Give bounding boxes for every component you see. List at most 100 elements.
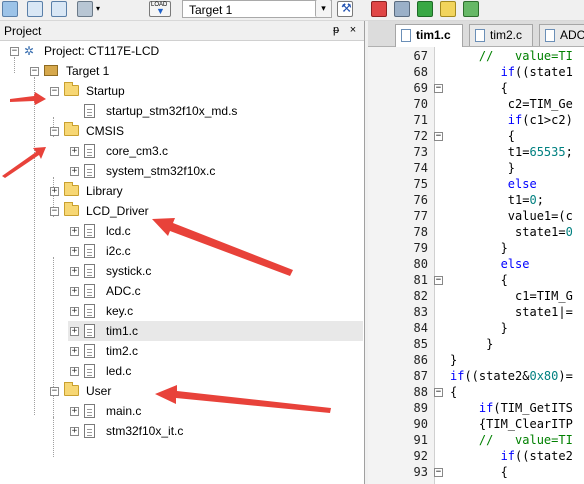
code-line: else	[507, 177, 537, 191]
build-icon[interactable]	[2, 1, 18, 17]
tree-file[interactable]: + system_stm32f10x.c	[68, 161, 268, 181]
tree-file[interactable]: + tim2.c	[68, 341, 268, 361]
tree-group-lcd-driver[interactable]: − LCD_Driver	[48, 201, 248, 221]
expand-icon[interactable]: +	[70, 367, 79, 376]
file-icon	[84, 304, 95, 318]
target-select-dropdown[interactable]: ▾	[315, 0, 331, 17]
load-icon[interactable]: LOAD ▼	[149, 1, 171, 17]
config-icon[interactable]	[440, 1, 456, 17]
code-area[interactable]: // value=TI if((state1 { c2=TIM_Ge if(c1…	[450, 47, 584, 484]
collapse-icon[interactable]: −	[10, 47, 19, 56]
target-icon	[44, 65, 58, 76]
code-line: }	[450, 353, 458, 367]
fold-toggle-icon[interactable]: −	[434, 84, 443, 93]
target-select[interactable]: Target 1	[182, 0, 332, 18]
expand-icon[interactable]: +	[70, 427, 79, 436]
collapse-icon[interactable]: −	[50, 207, 59, 216]
green-arrows-icon[interactable]	[417, 1, 433, 17]
file-label: lcd.c	[106, 224, 131, 238]
batch-build-icon[interactable]	[51, 1, 67, 17]
code-line: {	[450, 465, 508, 479]
file-label: systick.c	[106, 264, 152, 278]
file-icon	[84, 144, 95, 158]
close-panel-icon[interactable]: ×	[347, 24, 359, 36]
project-panel: Project ᵽ × − ✲ Project: CT117E-LCD − Ta…	[0, 21, 365, 484]
code-line: }	[450, 321, 508, 335]
line-number: 81	[413, 273, 428, 287]
code-line: }	[450, 161, 516, 175]
expand-icon[interactable]: +	[70, 227, 79, 236]
target-select-value: Target 1	[189, 3, 233, 17]
tree-file[interactable]: + core_cm3.c	[68, 141, 268, 161]
tree-group-cmsis[interactable]: − CMSIS	[48, 121, 248, 141]
tab-adc[interactable]: ADC	[539, 24, 584, 46]
file-label: startup_stm32f10x_md.s	[106, 104, 238, 118]
tab-tim1[interactable]: tim1.c	[395, 24, 463, 47]
fold-toggle-icon[interactable]: −	[434, 276, 443, 285]
layers-icon[interactable]	[77, 1, 93, 17]
expand-icon[interactable]: +	[70, 327, 79, 336]
dropdown-arrow-icon[interactable]: ▾	[96, 1, 104, 17]
expand-icon[interactable]: +	[70, 347, 79, 356]
line-number: 76	[413, 193, 428, 207]
expand-icon[interactable]: +	[70, 307, 79, 316]
tab-label: tim2.c	[490, 28, 523, 42]
collapse-icon[interactable]: −	[50, 387, 59, 396]
code-line: value1=(c	[450, 209, 573, 223]
tree-file-selected[interactable]: + tim1.c	[68, 321, 363, 341]
tree-group-startup[interactable]: − Startup	[48, 81, 248, 101]
group-label: User	[86, 384, 112, 398]
expand-icon[interactable]: +	[70, 407, 79, 416]
collapse-icon[interactable]: −	[50, 127, 59, 136]
collapse-icon[interactable]: −	[30, 67, 39, 76]
settings-icon[interactable]	[463, 1, 479, 17]
toolbar: ▾ LOAD ▼ Target 1 ▾ ⚒	[0, 0, 584, 21]
tree-node-project[interactable]: − ✲ Project: CT117E-LCD	[8, 41, 308, 61]
tree-file[interactable]: + key.c	[68, 301, 268, 321]
expand-icon[interactable]: +	[70, 267, 79, 276]
tree-file[interactable]: + i2c.c	[68, 241, 268, 261]
tree-file[interactable]: + main.c	[68, 401, 268, 421]
group-label: LCD_Driver	[86, 204, 149, 218]
expand-icon[interactable]: +	[70, 287, 79, 296]
expand-icon[interactable]: +	[70, 247, 79, 256]
options-icon[interactable]: ⚒	[337, 1, 353, 17]
group-label: Startup	[86, 84, 125, 98]
code-line: // value=TI	[478, 49, 573, 63]
fold-toggle-icon[interactable]: −	[434, 132, 443, 141]
tree-group-user[interactable]: − User	[48, 381, 248, 401]
pack-icon[interactable]	[394, 1, 410, 17]
line-number: 70	[413, 97, 428, 111]
file-icon	[84, 244, 95, 258]
code-line: else	[500, 257, 530, 271]
fold-toggle-icon[interactable]: −	[434, 468, 443, 477]
tree-file[interactable]: + stm32f10x_it.c	[68, 421, 268, 441]
tree-node-target[interactable]: − Target 1	[28, 61, 228, 81]
code-line: c2=TIM_Ge	[450, 97, 573, 111]
tree-file[interactable]: + ADC.c	[68, 281, 268, 301]
line-number: 67	[413, 49, 428, 63]
expand-icon[interactable]: +	[70, 147, 79, 156]
tree-file[interactable]: + lcd.c	[68, 221, 268, 241]
code-line: {	[450, 385, 458, 399]
pin-icon[interactable]: ᵽ	[330, 24, 342, 36]
code-line: {	[450, 81, 508, 95]
expand-icon[interactable]: +	[70, 167, 79, 176]
tab-label: tim1.c	[416, 28, 451, 42]
collapse-icon[interactable]: −	[50, 87, 59, 96]
rebuild-icon[interactable]	[27, 1, 43, 17]
expand-icon[interactable]: +	[50, 187, 59, 196]
tree-group-library[interactable]: + Library	[48, 181, 248, 201]
tree-file[interactable]: + led.c	[68, 361, 268, 381]
code-line: // value=TI	[478, 433, 573, 447]
tab-tim2[interactable]: tim2.c	[469, 24, 533, 46]
tree-file[interactable]: startup_stm32f10x_md.s	[68, 101, 268, 121]
tab-label: ADC	[560, 28, 584, 42]
fold-toggle-icon[interactable]: −	[434, 388, 443, 397]
code-line: }	[450, 241, 508, 255]
line-number: 74	[413, 161, 428, 175]
manage-icon[interactable]	[371, 1, 387, 17]
tree-file[interactable]: + systick.c	[68, 261, 268, 281]
line-number: 89	[413, 401, 428, 415]
project-tree: − ✲ Project: CT117E-LCD − Target 1 − Sta…	[0, 41, 363, 484]
